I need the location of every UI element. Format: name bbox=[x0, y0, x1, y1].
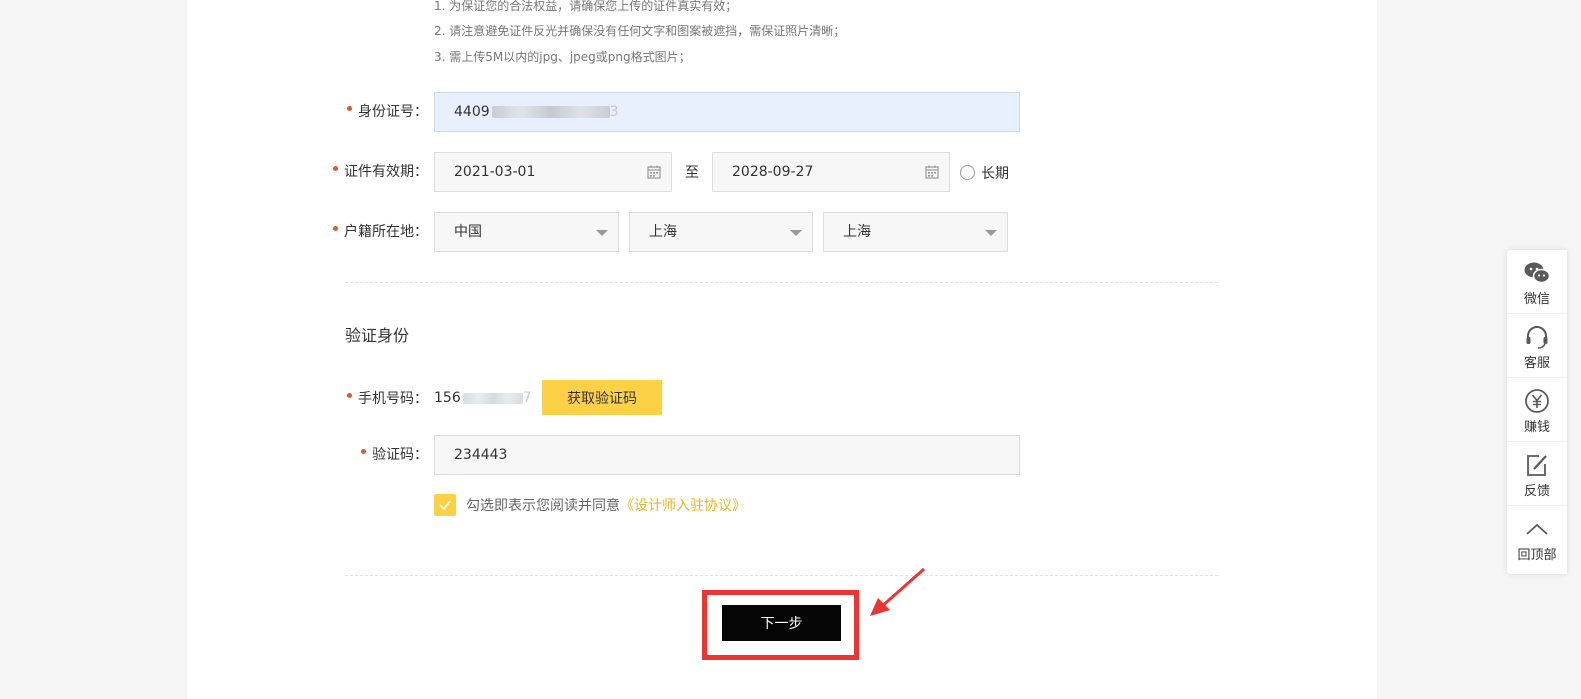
required-dot bbox=[333, 166, 338, 171]
upload-note-3: 3. 需上传5M以内的jpg、jpeg或png格式图片； bbox=[434, 50, 691, 64]
long-term-radio[interactable] bbox=[960, 165, 975, 180]
floating-sidebar: 微信 客服 赚钱 反馈 回顶部 bbox=[1507, 250, 1567, 574]
required-dot bbox=[333, 226, 338, 231]
masked-id bbox=[491, 106, 610, 118]
wechat-icon bbox=[1524, 262, 1551, 284]
agree-text: 勾选即表示您阅读并同意《设计师入驻协议》 bbox=[466, 498, 746, 514]
section-divider bbox=[345, 282, 1218, 283]
residence-label: 户籍所在地： bbox=[333, 222, 428, 242]
required-dot bbox=[347, 106, 352, 111]
upload-note-1: 1. 为保证您的合法权益，请确保您上传的证件真实有效； bbox=[434, 0, 738, 13]
code-label: 验证码： bbox=[361, 445, 428, 465]
upload-note-2: 2. 请注意避免证件反光并确保没有任何文字和图案被遮挡，需保证照片清晰； bbox=[434, 24, 846, 38]
sidebar-item-wechat[interactable]: 微信 bbox=[1507, 250, 1567, 314]
get-code-button[interactable]: 获取验证码 bbox=[542, 380, 662, 415]
section-divider bbox=[345, 575, 1218, 576]
calendar-icon[interactable] bbox=[647, 165, 661, 179]
city-select[interactable]: 上海 bbox=[823, 212, 1008, 252]
chevron-down-icon bbox=[596, 230, 608, 236]
phone-number: 156 7 bbox=[434, 390, 532, 406]
sidebar-item-back-to-top[interactable]: 回顶部 bbox=[1507, 506, 1567, 570]
phone-label: 手机号码： bbox=[347, 389, 428, 409]
yen-icon bbox=[1525, 389, 1549, 413]
calendar-icon[interactable] bbox=[925, 165, 939, 179]
masked-phone bbox=[462, 392, 523, 404]
agree-checkbox[interactable] bbox=[434, 494, 456, 516]
id-number-label: 身份证号： bbox=[347, 102, 428, 122]
arrow-annotation bbox=[870, 567, 925, 616]
province-select[interactable]: 上海 bbox=[629, 212, 813, 252]
long-term-label[interactable]: 长期 bbox=[981, 163, 1009, 183]
chevron-up-icon bbox=[1526, 523, 1548, 535]
validity-label: 证件有效期： bbox=[333, 162, 428, 182]
required-dot bbox=[347, 393, 352, 398]
chevron-down-icon bbox=[985, 230, 997, 236]
code-input[interactable]: 234443 bbox=[434, 435, 1020, 475]
chevron-down-icon bbox=[790, 230, 802, 236]
edit-icon bbox=[1527, 455, 1547, 476]
sidebar-item-earn[interactable]: 赚钱 bbox=[1507, 378, 1567, 442]
next-step-button[interactable]: 下一步 bbox=[722, 605, 841, 641]
id-number-input[interactable]: 4409 3 bbox=[434, 92, 1020, 132]
country-select[interactable]: 中国 bbox=[434, 212, 619, 252]
required-dot bbox=[361, 449, 366, 454]
validity-end-input[interactable]: 2028-09-27 bbox=[712, 152, 950, 192]
verify-section-title: 验证身份 bbox=[345, 326, 410, 345]
check-icon bbox=[439, 500, 451, 511]
sidebar-item-service[interactable]: 客服 bbox=[1507, 314, 1567, 378]
date-separator: 至 bbox=[685, 165, 699, 181]
agreement-link[interactable]: 《设计师入驻协议》 bbox=[620, 498, 746, 514]
headset-icon bbox=[1526, 326, 1548, 349]
sidebar-item-feedback[interactable]: 反馈 bbox=[1507, 442, 1567, 506]
validity-start-input[interactable]: 2021-03-01 bbox=[434, 152, 672, 192]
